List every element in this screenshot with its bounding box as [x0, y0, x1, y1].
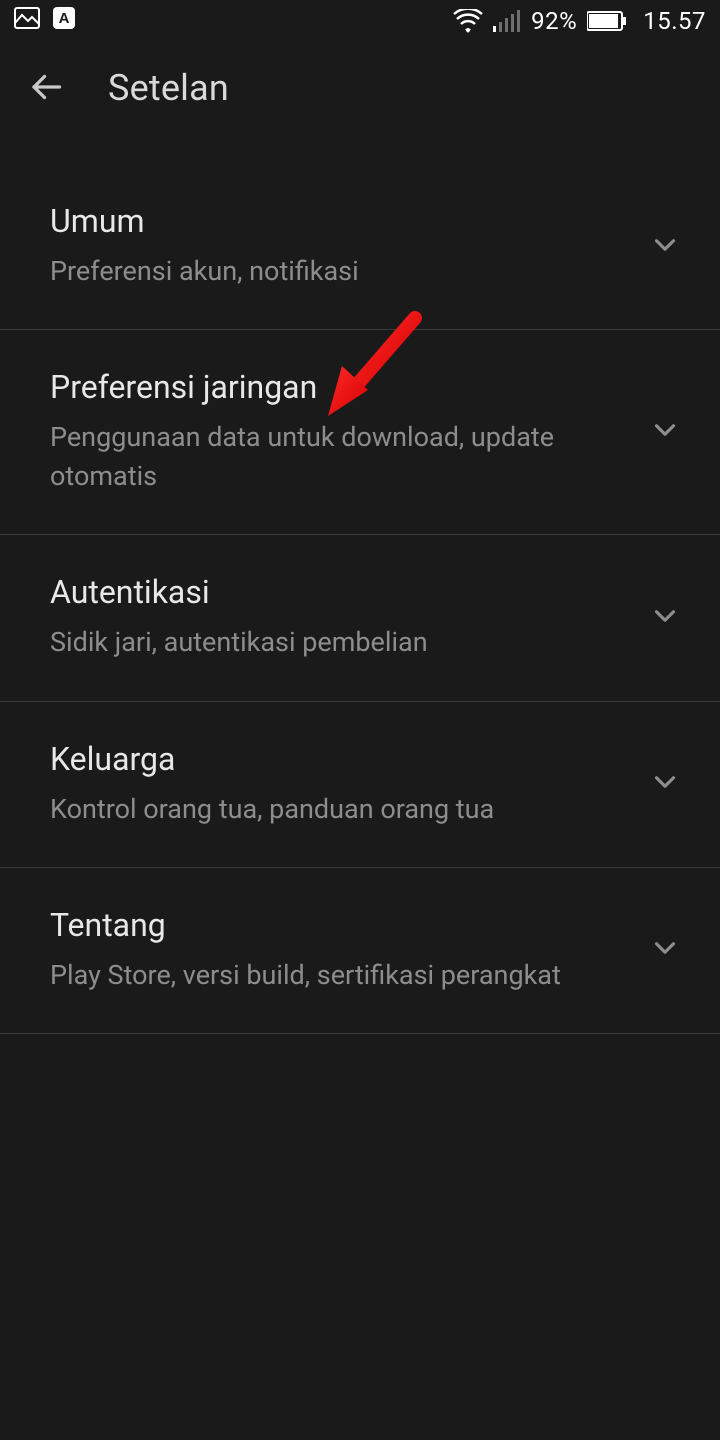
page-title: Setelan	[108, 67, 229, 109]
settings-list: Umum Preferensi akun, notifikasi Prefere…	[0, 134, 720, 1034]
setting-item-general[interactable]: Umum Preferensi akun, notifikasi	[0, 164, 720, 330]
chevron-down-icon	[648, 413, 682, 451]
setting-title: Preferensi jaringan	[50, 368, 628, 406]
gallery-icon	[14, 7, 40, 35]
setting-subtitle: Preferensi akun, notifikasi	[50, 252, 628, 291]
header: Setelan	[0, 42, 720, 134]
svg-text:A: A	[59, 10, 70, 27]
setting-item-network[interactable]: Preferensi jaringan Penggunaan data untu…	[0, 330, 720, 535]
setting-title: Autentikasi	[50, 573, 628, 611]
status-bar: A 92%	[0, 0, 720, 42]
setting-subtitle: Play Store, versi build, sertifikasi per…	[50, 956, 628, 995]
chevron-down-icon	[648, 228, 682, 266]
battery-icon	[587, 11, 627, 31]
setting-title: Keluarga	[50, 740, 628, 778]
chevron-down-icon	[648, 765, 682, 803]
setting-title: Umum	[50, 202, 628, 240]
setting-item-family[interactable]: Keluarga Kontrol orang tua, panduan oran…	[0, 702, 720, 868]
setting-item-auth[interactable]: Autentikasi Sidik jari, autentikasi pemb…	[0, 535, 720, 701]
setting-subtitle: Kontrol orang tua, panduan orang tua	[50, 790, 628, 829]
cell-signal-icon	[493, 10, 521, 32]
setting-subtitle: Sidik jari, autentikasi pembelian	[50, 623, 628, 662]
chevron-down-icon	[648, 931, 682, 969]
setting-subtitle: Penggunaan data untuk download, update o…	[50, 418, 628, 496]
battery-percent: 92%	[531, 7, 577, 35]
arrow-left-icon	[28, 69, 64, 108]
chevron-down-icon	[648, 599, 682, 637]
app-badge-icon: A	[52, 6, 76, 36]
status-clock: 15.57	[643, 7, 706, 35]
setting-item-about[interactable]: Tentang Play Store, versi build, sertifi…	[0, 868, 720, 1034]
setting-title: Tentang	[50, 906, 628, 944]
wifi-icon	[453, 9, 483, 33]
back-button[interactable]	[24, 66, 68, 110]
